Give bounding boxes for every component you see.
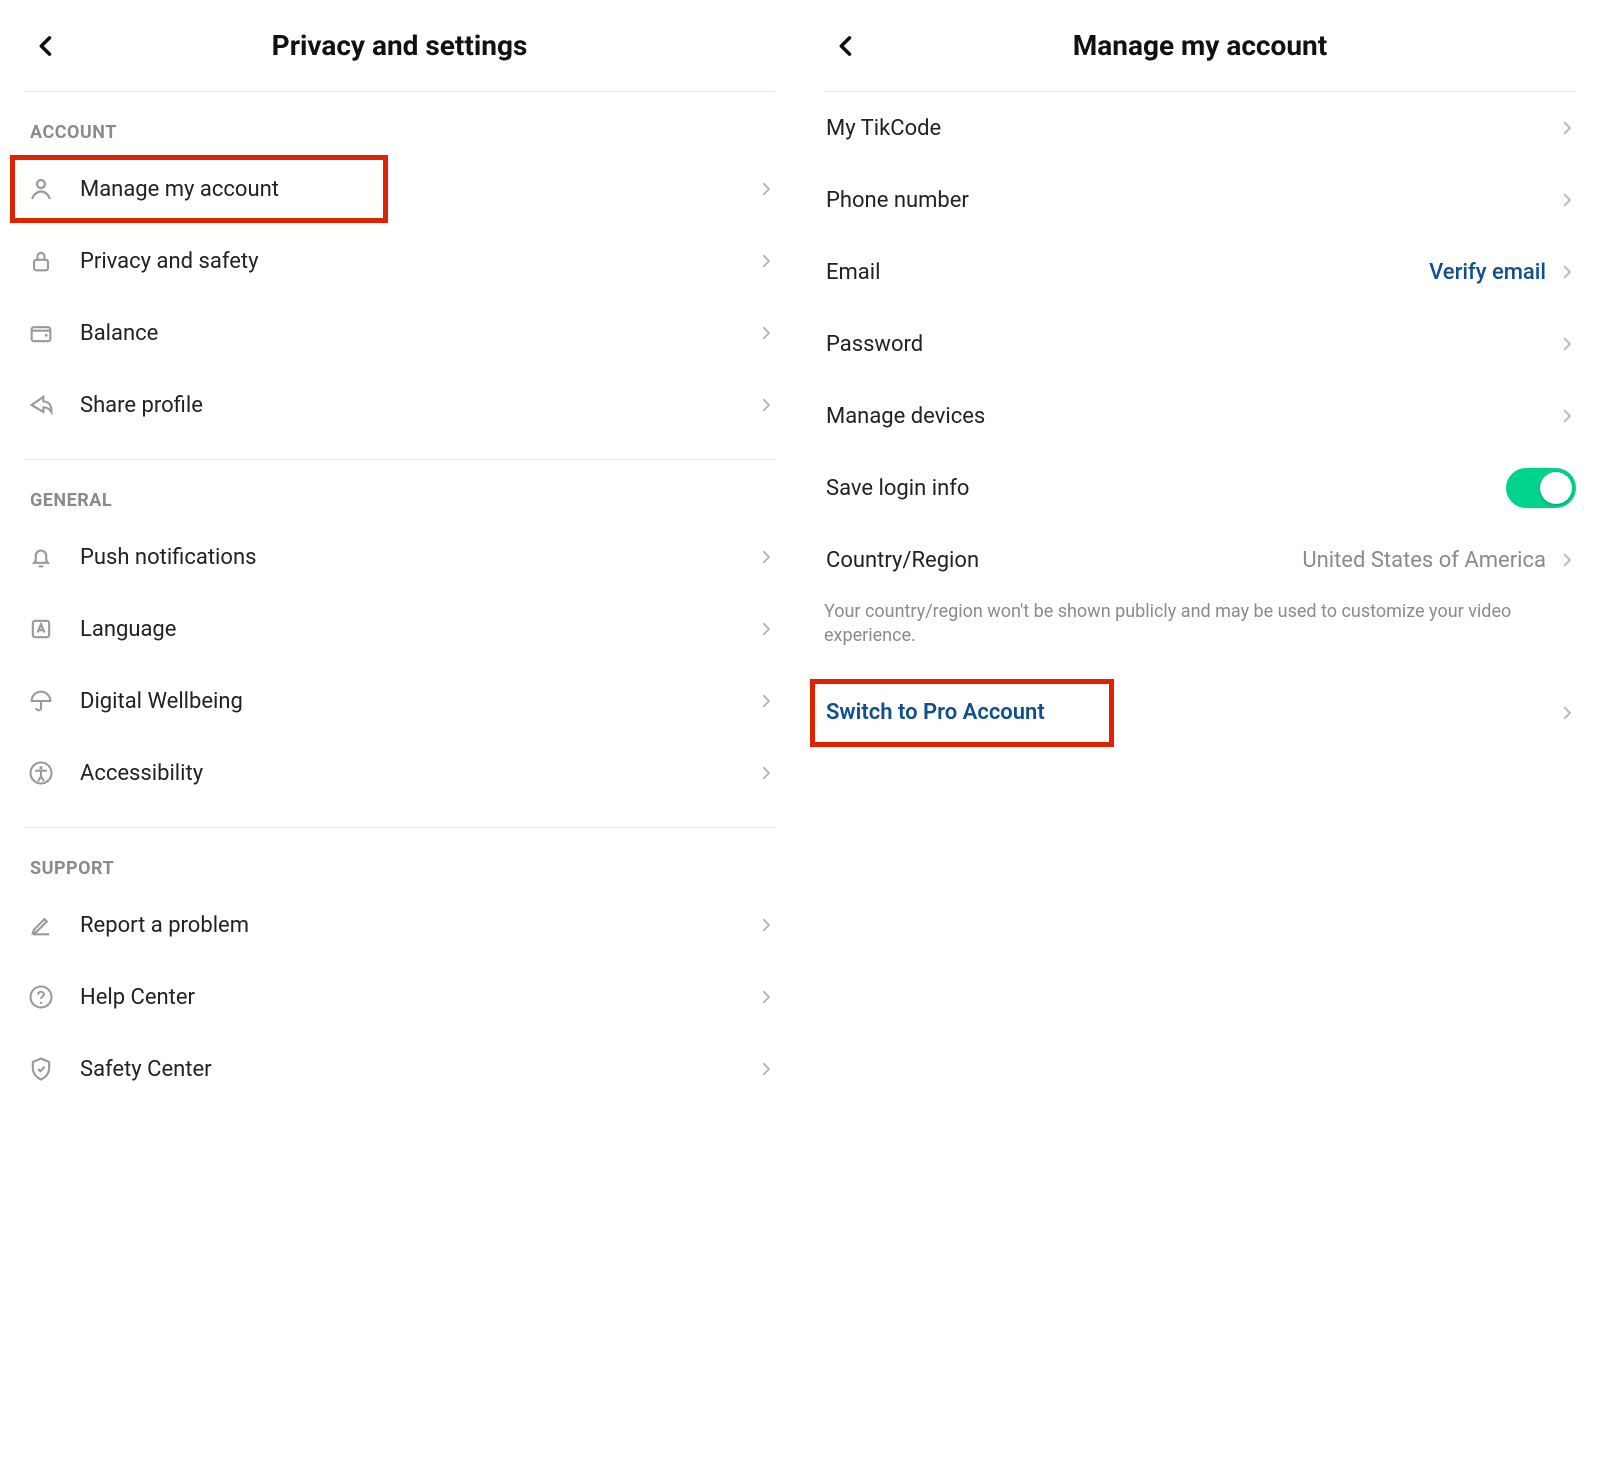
back-icon[interactable] (32, 32, 60, 60)
row-report-a-problem[interactable]: Report a problem (24, 889, 775, 961)
pencil-icon (24, 908, 58, 942)
verify-email-link[interactable]: Verify email (1429, 260, 1546, 285)
chevron-right-icon (757, 1060, 775, 1078)
language-icon (24, 612, 58, 646)
row-label: Manage devices (826, 404, 1558, 429)
row-label: Switch to Pro Account (826, 700, 1558, 725)
chevron-right-icon (757, 620, 775, 638)
row-my-tikcode[interactable]: My TikCode (824, 92, 1576, 164)
country-note: Your country/region won't be shown publi… (824, 600, 1576, 649)
row-save-login-info: Save login info (824, 452, 1576, 524)
chevron-right-icon (1558, 551, 1576, 569)
chevron-right-icon (757, 180, 775, 198)
save-login-toggle[interactable] (1506, 468, 1576, 508)
row-help-center[interactable]: Help Center (24, 961, 775, 1033)
row-label: Email (826, 260, 1429, 285)
row-label: Phone number (826, 188, 1558, 213)
chevron-right-icon (757, 988, 775, 1006)
divider (24, 459, 775, 460)
header-right: Manage my account (824, 0, 1576, 92)
row-safety-center[interactable]: Safety Center (24, 1033, 775, 1105)
chevron-right-icon (757, 324, 775, 342)
row-label: Country/Region (826, 548, 1302, 573)
page-title-right: Manage my account (824, 29, 1576, 62)
chevron-right-icon (1558, 263, 1576, 281)
row-label: Manage my account (80, 177, 757, 202)
chevron-right-icon (1558, 407, 1576, 425)
shield-icon (24, 1052, 58, 1086)
row-switch-to-pro[interactable]: Switch to Pro Account (824, 677, 1576, 749)
accessibility-icon (24, 756, 58, 790)
chevron-right-icon (1558, 191, 1576, 209)
privacy-settings-panel: Privacy and settings ACCOUNT Manage my a… (0, 0, 800, 1145)
chevron-right-icon (757, 548, 775, 566)
wallet-icon (24, 316, 58, 350)
chevron-right-icon (1558, 704, 1576, 722)
share-icon (24, 388, 58, 422)
section-support-label: SUPPORT (30, 858, 775, 879)
country-value: United States of America (1302, 548, 1546, 573)
row-language[interactable]: Language (24, 593, 775, 665)
row-label: Accessibility (80, 761, 757, 786)
section-account-label: ACCOUNT (30, 122, 775, 143)
row-password[interactable]: Password (824, 308, 1576, 380)
row-share-profile[interactable]: Share profile (24, 369, 775, 441)
section-general-label: GENERAL (30, 490, 775, 511)
row-label: Language (80, 617, 757, 642)
row-label: Help Center (80, 985, 757, 1010)
row-push-notifications[interactable]: Push notifications (24, 521, 775, 593)
row-label: Privacy and safety (80, 249, 757, 274)
chevron-right-icon (757, 916, 775, 934)
row-label: Report a problem (80, 913, 757, 938)
row-accessibility[interactable]: Accessibility (24, 737, 775, 809)
lock-icon (24, 244, 58, 278)
chevron-right-icon (1558, 335, 1576, 353)
row-label: My TikCode (826, 116, 1558, 141)
row-label: Balance (80, 321, 757, 346)
chevron-right-icon (757, 692, 775, 710)
row-label: Safety Center (80, 1057, 757, 1082)
row-manage-my-account[interactable]: Manage my account (24, 153, 775, 225)
row-balance[interactable]: Balance (24, 297, 775, 369)
row-email[interactable]: Email Verify email (824, 236, 1576, 308)
row-manage-devices[interactable]: Manage devices (824, 380, 1576, 452)
row-label: Password (826, 332, 1558, 357)
chevron-right-icon (757, 252, 775, 270)
row-phone-number[interactable]: Phone number (824, 164, 1576, 236)
manage-account-panel: Manage my account My TikCode Phone numbe… (800, 0, 1600, 1145)
row-label: Save login info (826, 476, 1506, 501)
row-label: Share profile (80, 393, 757, 418)
row-privacy-and-safety[interactable]: Privacy and safety (24, 225, 775, 297)
row-digital-wellbeing[interactable]: Digital Wellbeing (24, 665, 775, 737)
row-label: Digital Wellbeing (80, 689, 757, 714)
chevron-right-icon (757, 396, 775, 414)
row-country-region[interactable]: Country/Region United States of America (824, 524, 1576, 596)
page-title-left: Privacy and settings (24, 29, 775, 62)
divider (24, 827, 775, 828)
chevron-right-icon (757, 764, 775, 782)
header-left: Privacy and settings (24, 0, 775, 92)
chevron-right-icon (1558, 119, 1576, 137)
row-label: Push notifications (80, 545, 757, 570)
umbrella-icon (24, 684, 58, 718)
bell-icon (24, 540, 58, 574)
help-icon (24, 980, 58, 1014)
person-icon (24, 172, 58, 206)
back-icon[interactable] (832, 32, 860, 60)
